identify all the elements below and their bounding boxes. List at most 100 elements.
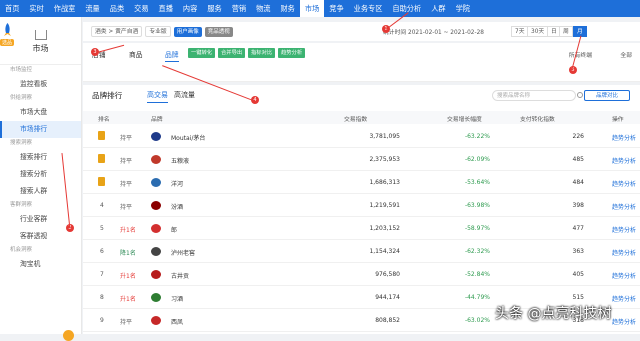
all-select[interactable]: 全部 [620,50,632,59]
sidebar-item[interactable]: 市场大盘 [0,104,81,121]
float-circle-icon[interactable] [63,330,74,341]
table-row: 4 持平 汾酒 1,219,591 -63.98% 398 趋势分析 [83,194,640,217]
trend-analysis-link[interactable]: 趋势分析 [612,294,636,303]
competitor-button[interactable]: 竞品透视 [204,26,233,37]
main-content: 酒类 > 黄产自酒 专业版 用户画像 竞品透视 统计时间 2021-02-01 … [83,17,640,334]
rank-number: 5 [100,225,104,232]
nav-item-10[interactable]: 物流 [251,0,275,17]
green-button-3[interactable]: 指标对比 [248,48,276,58]
nav-item-2[interactable]: 作战室 [49,0,81,17]
date-button-1[interactable]: 30天 [527,26,549,37]
trend-analysis-link[interactable]: 趋势分析 [612,317,636,326]
rank-number: 4 [100,202,104,209]
nav-item-13[interactable]: 竞争 [324,0,348,17]
brand-name: 五粮液 [171,158,190,165]
rank-change: 升1名 [120,227,136,234]
sidebar-item[interactable]: 搜索排行 [0,149,81,166]
brand-logo-icon [151,293,161,302]
nav-item-16[interactable]: 人群 [426,0,450,17]
sidebar-group-label: 市场监控 [10,67,33,73]
sidebar-header: 选品 市场 [0,17,81,65]
growth-rate: -44.79% [464,294,490,301]
nav-item-5[interactable]: 交易 [129,0,153,17]
sidebar-item[interactable]: 监控看板 [0,76,81,93]
nav-item-8[interactable]: 服务 [202,0,226,17]
brand-logo-icon [151,224,161,233]
growth-rate: -63.22% [464,133,490,140]
tab-high-trade[interactable]: 高交易 [147,90,168,103]
nav-item-3[interactable]: 流量 [80,0,104,17]
conv-index: 226 [572,133,584,140]
brand-name: 泸州老窖 [171,250,196,257]
sidebar-group-label: 客群洞察 [10,202,33,208]
version-select[interactable]: 专业版 [145,26,171,37]
trade-index: 3,781,095 [369,133,400,140]
nav-item-9[interactable]: 营销 [227,0,251,17]
nav-item-0[interactable]: 首页 [0,0,24,17]
brand-logo-icon [151,132,161,141]
growth-rate: -63.02% [464,317,490,324]
brand-logo-icon [151,270,161,279]
tab-brand[interactable]: 品牌 [165,49,179,62]
table-row: 持平 洋河 1,686,313 -53.64% 484 趋势分析 [83,171,640,194]
tab-goods[interactable]: 商品 [129,49,143,59]
trend-analysis-link[interactable]: 趋势分析 [612,248,636,257]
green-button-4[interactable]: 趋势分析 [278,48,306,58]
nav-item-4[interactable]: 品类 [105,0,129,17]
sidebar-item[interactable]: 搜索人群 [0,183,81,200]
trend-analysis-link[interactable]: 趋势分析 [612,179,636,188]
conv-index: 484 [572,179,584,186]
filter-bar: 酒类 > 黄产自酒 专业版 用户画像 竞品透视 统计时间 2021-02-01 … [83,22,640,41]
header-op: 操作 [612,117,624,123]
trend-analysis-link[interactable]: 趋势分析 [612,133,636,142]
sidebar-item[interactable]: 搜索分析 [0,166,81,183]
nav-item-7[interactable]: 内容 [178,0,202,17]
brand-logo-icon [151,201,161,210]
green-button-1[interactable]: 一键转化 [188,48,216,58]
rank-number: 7 [100,271,104,278]
tab-high-traffic[interactable]: 高流量 [174,90,195,100]
search-input[interactable]: 搜索品牌名称 [492,90,583,101]
trend-analysis-link[interactable]: 趋势分析 [612,225,636,234]
trend-analysis-link[interactable]: 趋势分析 [612,271,636,280]
date-button-3[interactable]: 周 [559,26,573,37]
trade-index: 1,203,152 [369,225,400,232]
medal-icon [98,177,105,186]
table-row: 7 升1名 古井贡 976,580 -52.84% 405 趋势分析 [83,263,640,286]
nav-item-1[interactable]: 实时 [24,0,48,17]
trade-index: 944,174 [375,294,400,301]
brand-logo-icon [151,316,161,325]
sidebar-item[interactable]: 淘宝机 [0,256,81,273]
user-profile-button[interactable]: 用户画像 [173,26,202,37]
green-button-2[interactable]: 合并导出 [218,48,246,58]
trade-index: 1,686,313 [369,179,400,186]
sidebar-item[interactable]: 市场排行 [0,121,81,138]
rocket-icon [4,23,11,36]
growth-rate: -62.32% [464,248,490,255]
search-icon [577,92,583,98]
growth-rate: -63.98% [464,202,490,209]
nav-item-11[interactable]: 财务 [275,0,299,17]
nav-item-14[interactable]: 业务专区 [349,0,388,17]
sidebar: 选品 市场 市场监控 监控看板 供给洞察 市场大盘 市场排行 搜索洞察 搜索排行 搜索分析 搜索… [0,17,82,341]
brand-logo-icon [151,247,161,256]
brand-compare-button[interactable]: 品牌对比 [584,90,630,101]
nav-item-17[interactable]: 学院 [451,0,475,17]
search-placeholder: 搜索品牌名称 [497,93,531,99]
trend-analysis-link[interactable]: 趋势分析 [612,202,636,211]
date-button-0[interactable]: 7天 [511,26,529,37]
trade-index: 2,375,953 [369,156,400,163]
nav-item-6[interactable]: 直播 [154,0,178,17]
terminal-select[interactable]: 所有终端 [569,50,592,59]
trade-index: 808,852 [375,317,400,324]
conv-index: 485 [572,156,584,163]
table-row: 5 升1名 郎 1,203,152 -58.97% 477 趋势分析 [83,217,640,240]
brand-logo-icon [151,155,161,164]
table-row: 持平 Moutai/茅台 3,781,095 -63.22% 226 趋势分析 [83,125,640,148]
sidebar-badge: 选品 [0,39,15,46]
trend-analysis-link[interactable]: 趋势分析 [612,156,636,165]
nav-item-12[interactable]: 市场 [299,0,325,17]
sidebar-group-label: 搜索洞察 [10,140,33,146]
rank-change: 持平 [120,135,133,142]
category-select[interactable]: 酒类 > 黄产自酒 [91,26,143,37]
